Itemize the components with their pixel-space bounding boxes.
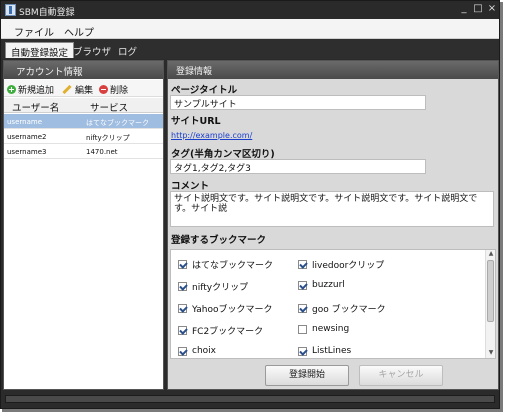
checkbox-choix[interactable]: choix — [178, 346, 216, 356]
scroll-up-icon[interactable]: ▲ — [487, 250, 495, 258]
status-area — [5, 395, 495, 403]
checkbox-box[interactable] — [178, 304, 187, 313]
pencil-icon — [62, 84, 72, 95]
page-title-input[interactable]: サンプルサイト — [170, 95, 426, 110]
account-row[interactable]: username2 niftyクリップ — [4, 129, 163, 144]
start-register-button[interactable]: 登録開始 — [265, 365, 349, 386]
menu-file[interactable]: ファイル — [14, 24, 54, 39]
checkbox-box[interactable] — [298, 346, 307, 356]
delete-icon — [99, 85, 108, 94]
site-url-label: サイトURL — [171, 116, 221, 127]
checkbox-nifty[interactable]: niftyクリップ — [178, 280, 248, 293]
checkbox-label: choix — [192, 346, 216, 356]
account-service: 1470.net — [86, 148, 118, 156]
checkbox-label: はてなブックマーク — [192, 261, 274, 271]
add-account-button[interactable]: 新規追加 — [7, 83, 54, 96]
checkbox-box[interactable] — [298, 304, 307, 313]
menu-bar: ファイル ヘルプ — [1, 19, 499, 39]
tags-label: タグ(半角カンマ区切り) — [171, 149, 275, 160]
checkbox-yahoo[interactable]: Yahooブックマーク — [178, 302, 273, 315]
checkbox-label: goo ブックマーク — [312, 305, 386, 315]
maximize-icon[interactable]: □ — [473, 4, 483, 14]
checkbox-label: FC2ブックマーク — [192, 327, 264, 337]
app-icon — [5, 4, 16, 16]
account-service: niftyクリップ — [86, 134, 130, 142]
bookmarks-label: 登録するブックマーク — [171, 235, 267, 246]
account-panel: アカウント情報 新規追加 編集 削除 ユーザー名 サービス username は… — [3, 60, 164, 390]
checkbox-livedoor[interactable]: livedoorクリップ — [298, 258, 384, 271]
checkbox-label: niftyクリップ — [192, 283, 249, 293]
column-service[interactable]: サービス — [90, 100, 128, 114]
bookmark-list: はてなブックマーク livedoorクリップ niftyクリップ buzzurl… — [170, 249, 496, 359]
tab-browser[interactable]: ブラウザ — [68, 42, 116, 58]
checkbox-listlines[interactable]: ListLines — [298, 346, 351, 356]
account-row[interactable]: username はてなブックマーク — [4, 114, 163, 129]
column-user[interactable]: ユーザー名 — [12, 100, 59, 114]
edit-account-button[interactable]: 編集 — [61, 83, 93, 96]
account-service: はてなブックマーク — [86, 119, 149, 127]
account-list-header: ユーザー名 サービス — [4, 98, 163, 114]
main-tabs: 自動登録設定 ブラウザ ログ — [1, 39, 499, 59]
checkbox-box[interactable] — [298, 280, 307, 290]
comment-textarea[interactable]: サイト説明文です。サイト説明文です。サイト説明文です。サイト説明文です。サイト説 — [170, 191, 494, 227]
checkbox-box[interactable] — [298, 260, 307, 269]
checkbox-box[interactable] — [298, 324, 307, 334]
menu-help[interactable]: ヘルプ — [64, 24, 94, 39]
checkbox-label: buzzurl — [312, 280, 345, 290]
checkbox-label: ListLines — [312, 346, 352, 356]
delete-account-label: 削除 — [110, 86, 129, 96]
tags-input[interactable]: タグ1,タグ2,タグ3 — [170, 159, 426, 174]
checkbox-hatena[interactable]: はてなブックマーク — [178, 258, 273, 271]
checkbox-label: Yahooブックマーク — [192, 305, 273, 315]
app-window: SBM自動登録 _ □ × ファイル ヘルプ 自動登録設定 ブラウザ ログ アカ… — [0, 0, 500, 409]
account-user: username3 — [7, 148, 47, 156]
checkbox-goo[interactable]: goo ブックマーク — [298, 302, 386, 315]
window-title: SBM自動登録 — [19, 8, 75, 18]
page-title-label: ページタイトル — [171, 85, 238, 96]
scroll-thumb[interactable] — [487, 260, 494, 322]
site-url-link[interactable]: http://example.com/ — [171, 131, 252, 140]
close-icon[interactable]: × — [487, 4, 497, 14]
checkbox-box[interactable] — [178, 260, 187, 269]
title-bar: SBM自動登録 _ □ × — [1, 1, 499, 19]
bookmark-scrollbar[interactable]: ▲ ▼ — [485, 250, 495, 358]
checkbox-newsing[interactable]: newsing — [298, 324, 349, 334]
status-bar — [1, 392, 499, 408]
registration-panel: 登録情報 ページタイトル サンプルサイト サイトURL http://examp… — [167, 60, 499, 390]
tab-auto-register[interactable]: 自動登録設定 — [5, 42, 75, 59]
account-user: username — [7, 118, 42, 126]
account-row[interactable]: username3 1470.net — [4, 144, 163, 159]
comment-label: コメント — [171, 181, 210, 192]
account-panel-header: アカウント情報 — [4, 61, 163, 79]
checkbox-label: livedoorクリップ — [312, 261, 385, 271]
edit-account-label: 編集 — [75, 86, 94, 96]
registration-header: 登録情報 — [168, 61, 498, 79]
delete-account-button[interactable]: 削除 — [99, 83, 128, 96]
account-toolbar: 新規追加 編集 削除 — [4, 80, 163, 97]
account-user: username2 — [7, 133, 47, 141]
checkbox-box[interactable] — [178, 282, 187, 291]
tab-log[interactable]: ログ — [113, 42, 142, 58]
add-account-label: 新規追加 — [18, 86, 55, 96]
checkbox-fc2[interactable]: FC2ブックマーク — [178, 324, 263, 337]
checkbox-label: newsing — [312, 324, 350, 334]
minimize-icon[interactable]: _ — [459, 4, 469, 14]
checkbox-buzzurl[interactable]: buzzurl — [298, 280, 345, 290]
checkbox-box[interactable] — [178, 346, 187, 356]
add-icon — [7, 85, 16, 94]
checkbox-box[interactable] — [178, 326, 187, 335]
cancel-button[interactable]: キャンセル — [359, 365, 443, 386]
scroll-down-icon[interactable]: ▼ — [487, 349, 495, 357]
